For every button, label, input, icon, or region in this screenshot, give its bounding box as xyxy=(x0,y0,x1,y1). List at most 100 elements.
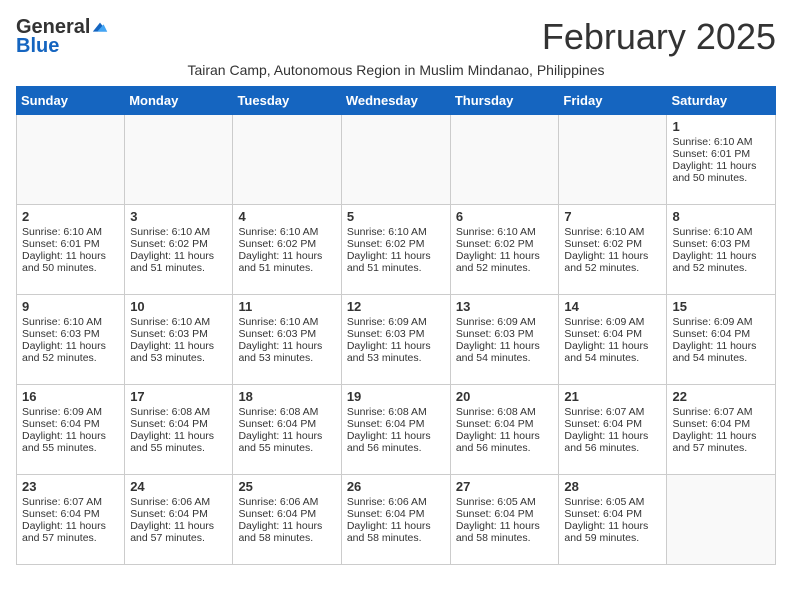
sunset-text: Sunset: 6:04 PM xyxy=(22,508,100,520)
calendar-cell: 20Sunrise: 6:08 AMSunset: 6:04 PMDayligh… xyxy=(450,385,559,475)
daylight-text: Daylight: 11 hours and 54 minutes. xyxy=(456,340,540,364)
daylight-text: Daylight: 11 hours and 56 minutes. xyxy=(564,430,648,454)
sunrise-text: Sunrise: 6:10 AM xyxy=(672,136,752,148)
daylight-text: Daylight: 11 hours and 57 minutes. xyxy=(130,520,214,544)
sunset-text: Sunset: 6:04 PM xyxy=(456,508,534,520)
sunrise-text: Sunrise: 6:08 AM xyxy=(347,406,427,418)
sunrise-text: Sunrise: 6:06 AM xyxy=(347,496,427,508)
sunset-text: Sunset: 6:04 PM xyxy=(564,508,642,520)
day-number: 24 xyxy=(130,479,227,494)
daylight-text: Daylight: 11 hours and 51 minutes. xyxy=(347,250,431,274)
calendar-week-4: 16Sunrise: 6:09 AMSunset: 6:04 PMDayligh… xyxy=(17,385,776,475)
calendar-cell xyxy=(341,115,450,205)
daylight-text: Daylight: 11 hours and 51 minutes. xyxy=(130,250,214,274)
calendar-cell: 11Sunrise: 6:10 AMSunset: 6:03 PMDayligh… xyxy=(233,295,341,385)
sunset-text: Sunset: 6:02 PM xyxy=(347,238,425,250)
sunset-text: Sunset: 6:02 PM xyxy=(564,238,642,250)
day-header-sunday: Sunday xyxy=(17,87,125,115)
sunrise-text: Sunrise: 6:05 AM xyxy=(456,496,536,508)
calendar-cell: 13Sunrise: 6:09 AMSunset: 6:03 PMDayligh… xyxy=(450,295,559,385)
sunrise-text: Sunrise: 6:10 AM xyxy=(564,226,644,238)
calendar-cell: 10Sunrise: 6:10 AMSunset: 6:03 PMDayligh… xyxy=(125,295,233,385)
day-number: 22 xyxy=(672,389,770,404)
sunrise-text: Sunrise: 6:10 AM xyxy=(347,226,427,238)
day-number: 18 xyxy=(238,389,335,404)
calendar-cell xyxy=(233,115,341,205)
sunset-text: Sunset: 6:03 PM xyxy=(130,328,208,340)
day-number: 10 xyxy=(130,299,227,314)
sunrise-text: Sunrise: 6:08 AM xyxy=(130,406,210,418)
logo: General Blue xyxy=(16,16,109,58)
day-number: 17 xyxy=(130,389,227,404)
sunrise-text: Sunrise: 6:06 AM xyxy=(130,496,210,508)
day-number: 13 xyxy=(456,299,554,314)
daylight-text: Daylight: 11 hours and 58 minutes. xyxy=(238,520,322,544)
calendar-cell: 12Sunrise: 6:09 AMSunset: 6:03 PMDayligh… xyxy=(341,295,450,385)
calendar-cell: 6Sunrise: 6:10 AMSunset: 6:02 PMDaylight… xyxy=(450,205,559,295)
sunrise-text: Sunrise: 6:10 AM xyxy=(238,226,318,238)
sunrise-text: Sunrise: 6:10 AM xyxy=(238,316,318,328)
sunset-text: Sunset: 6:03 PM xyxy=(672,238,750,250)
day-header-monday: Monday xyxy=(125,87,233,115)
daylight-text: Daylight: 11 hours and 52 minutes. xyxy=(22,340,106,364)
calendar-cell: 18Sunrise: 6:08 AMSunset: 6:04 PMDayligh… xyxy=(233,385,341,475)
sunset-text: Sunset: 6:04 PM xyxy=(564,328,642,340)
calendar-cell: 3Sunrise: 6:10 AMSunset: 6:02 PMDaylight… xyxy=(125,205,233,295)
day-number: 19 xyxy=(347,389,445,404)
sunrise-text: Sunrise: 6:09 AM xyxy=(672,316,752,328)
sunset-text: Sunset: 6:04 PM xyxy=(238,508,316,520)
daylight-text: Daylight: 11 hours and 53 minutes. xyxy=(238,340,322,364)
sunrise-text: Sunrise: 6:05 AM xyxy=(564,496,644,508)
calendar-cell: 27Sunrise: 6:05 AMSunset: 6:04 PMDayligh… xyxy=(450,475,559,565)
daylight-text: Daylight: 11 hours and 56 minutes. xyxy=(347,430,431,454)
calendar-week-2: 2Sunrise: 6:10 AMSunset: 6:01 PMDaylight… xyxy=(17,205,776,295)
calendar-cell: 16Sunrise: 6:09 AMSunset: 6:04 PMDayligh… xyxy=(17,385,125,475)
sunset-text: Sunset: 6:04 PM xyxy=(672,328,750,340)
daylight-text: Daylight: 11 hours and 56 minutes. xyxy=(456,430,540,454)
calendar-cell xyxy=(667,475,776,565)
daylight-text: Daylight: 11 hours and 57 minutes. xyxy=(22,520,106,544)
sunrise-text: Sunrise: 6:09 AM xyxy=(347,316,427,328)
calendar-cell: 24 Sunrise: 6:06 AMSunset: 6:04 PMDayligh… xyxy=(125,475,233,565)
sunset-text: Sunset: 6:04 PM xyxy=(238,418,316,430)
sunrise-text: Sunrise: 6:09 AM xyxy=(564,316,644,328)
daylight-text: Daylight: 11 hours and 52 minutes. xyxy=(672,250,756,274)
day-number: 11 xyxy=(238,299,335,314)
calendar-cell: 15Sunrise: 6:09 AMSunset: 6:04 PMDayligh… xyxy=(667,295,776,385)
calendar-header-row: SundayMondayTuesdayWednesdayThursdayFrid… xyxy=(17,87,776,115)
daylight-text: Daylight: 11 hours and 58 minutes. xyxy=(347,520,431,544)
day-number: 12 xyxy=(347,299,445,314)
calendar-cell: 4Sunrise: 6:10 AMSunset: 6:02 PMDaylight… xyxy=(233,205,341,295)
calendar-cell: 8Sunrise: 6:10 AMSunset: 6:03 PMDaylight… xyxy=(667,205,776,295)
sunset-text: Sunset: 6:04 PM xyxy=(456,418,534,430)
sunrise-text: Sunrise: 6:06 AM xyxy=(238,496,318,508)
month-title: February 2025 xyxy=(542,16,776,58)
sunset-text: Sunset: 6:04 PM xyxy=(564,418,642,430)
sunset-text: Sunset: 6:04 PM xyxy=(130,418,208,430)
day-number: 21 xyxy=(564,389,661,404)
calendar-cell xyxy=(125,115,233,205)
subtitle: Tairan Camp, Autonomous Region in Muslim… xyxy=(16,62,776,78)
day-header-wednesday: Wednesday xyxy=(341,87,450,115)
daylight-text: Daylight: 11 hours and 52 minutes. xyxy=(456,250,540,274)
daylight-text: Daylight: 11 hours and 51 minutes. xyxy=(238,250,322,274)
calendar-cell xyxy=(559,115,667,205)
sunrise-text: Sunrise: 6:10 AM xyxy=(456,226,536,238)
sunset-text: Sunset: 6:04 PM xyxy=(130,508,208,520)
calendar-cell: 25Sunrise: 6:06 AMSunset: 6:04 PMDayligh… xyxy=(233,475,341,565)
calendar-cell: 26Sunrise: 6:06 AMSunset: 6:04 PMDayligh… xyxy=(341,475,450,565)
calendar-cell: 7Sunrise: 6:10 AMSunset: 6:02 PMDaylight… xyxy=(559,205,667,295)
day-number: 20 xyxy=(456,389,554,404)
logo-blue-text: Blue xyxy=(16,35,59,58)
calendar-cell: 5Sunrise: 6:10 AMSunset: 6:02 PMDaylight… xyxy=(341,205,450,295)
sunset-text: Sunset: 6:04 PM xyxy=(347,508,425,520)
sunrise-text: Sunrise: 6:10 AM xyxy=(22,316,102,328)
sunrise-text: Sunrise: 6:10 AM xyxy=(672,226,752,238)
sunrise-text: Sunrise: 6:10 AM xyxy=(130,316,210,328)
sunrise-text: Sunrise: 6:10 AM xyxy=(130,226,210,238)
daylight-text: Daylight: 11 hours and 52 minutes. xyxy=(564,250,648,274)
sunset-text: Sunset: 6:03 PM xyxy=(456,328,534,340)
day-number: 23 xyxy=(22,479,119,494)
calendar-cell: 17Sunrise: 6:08 AMSunset: 6:04 PMDayligh… xyxy=(125,385,233,475)
sunrise-text: Sunrise: 6:07 AM xyxy=(564,406,644,418)
